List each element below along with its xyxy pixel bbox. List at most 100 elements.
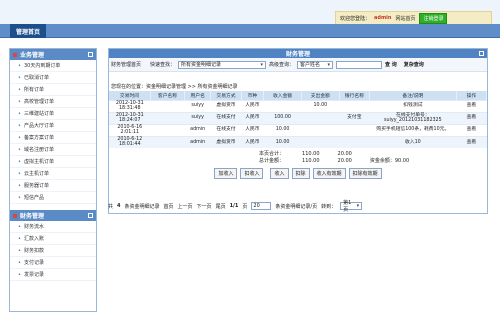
sidebar-item[interactable]: 已取消订单: [10, 72, 96, 84]
breadcrumb: 您现在的位置：资金明细记录管理 >> 所有资金明细记录: [111, 83, 238, 90]
cell: [150, 99, 185, 112]
income-button[interactable]: 收入: [270, 168, 289, 179]
site-home-link[interactable]: 网站首页: [395, 15, 415, 22]
page-suffix: 页: [242, 203, 248, 210]
summary-expense: 20.00: [337, 150, 352, 157]
sidebar-item[interactable]: 高校管理订单: [10, 96, 96, 108]
add-income-button[interactable]: 加收入: [214, 168, 238, 179]
sidebar-item[interactable]: 所有订单: [10, 84, 96, 96]
sidebar-item[interactable]: 域名注册订单: [10, 144, 96, 156]
cell: 10.00: [301, 99, 340, 112]
cell: 在线支付: [210, 111, 242, 124]
cell: admin: [184, 123, 211, 136]
cell: [150, 123, 185, 136]
cell: [301, 111, 340, 124]
sidebar-section-business[interactable]: 业务管理: [10, 49, 96, 60]
balance: 资金余额：90.00: [369, 158, 410, 164]
search-input[interactable]: [336, 60, 383, 69]
quick-search-label: 快速查找：: [150, 62, 176, 68]
page-total-row: 本页合计： 110.00 20.00: [109, 150, 487, 158]
sidebar-item[interactable]: 云主机订单: [10, 168, 96, 180]
cell: 人民币: [241, 99, 264, 112]
prev-page-link[interactable]: 上一页: [178, 203, 193, 210]
complex-search-button[interactable]: 复杂查询: [404, 61, 424, 68]
collapse-icon[interactable]: [88, 213, 93, 218]
cell: 2012-10-31 18:31:48: [109, 99, 151, 112]
deduct-button[interactable]: 扣除: [291, 168, 310, 179]
view-link[interactable]: 查看: [456, 111, 487, 124]
last-page-link[interactable]: 尾页: [216, 203, 226, 210]
column-header: 操作: [456, 91, 488, 100]
cell: 人民币: [241, 135, 264, 148]
username: admin: [374, 15, 392, 21]
summary-income: 110.00: [302, 150, 320, 157]
adv-search-select[interactable]: 客户姓名: [297, 60, 334, 69]
summary-label: 本页合计：: [259, 151, 285, 157]
sidebar-item[interactable]: 备案方案订单: [10, 132, 96, 144]
total-count: 4: [117, 203, 121, 209]
goto-select[interactable]: 第1页: [340, 200, 363, 213]
income-validity-button[interactable]: 收入有效期: [312, 168, 346, 179]
cell: 人民币: [241, 111, 264, 124]
sidebar-item[interactable]: 发票记录: [10, 269, 96, 281]
user-box: 欢迎您登陆： admin 网站首页 注销登录: [335, 11, 492, 25]
sidebar-item[interactable]: 财务流水: [10, 221, 96, 233]
goto-value: 第1页: [343, 200, 352, 213]
sidebar-item[interactable]: 三维建站订单: [10, 108, 96, 120]
view-link[interactable]: 查看: [456, 99, 487, 112]
sidebar-item[interactable]: 产品大厅订单: [10, 120, 96, 132]
cell: [339, 123, 370, 136]
cell: [150, 111, 185, 124]
cell: 扣钱测试: [369, 99, 457, 112]
sidebar-item[interactable]: 支付记录: [10, 257, 96, 269]
sidebar-item[interactable]: 汇款入账: [10, 233, 96, 245]
section-title: 业务管理: [20, 52, 45, 59]
cell: 支付宝: [339, 111, 370, 124]
sidebar-item[interactable]: 短信产品: [10, 192, 96, 204]
sidebar-item[interactable]: 30天内到期订单: [10, 60, 96, 72]
sidebar-item[interactable]: 虚拟主机订单: [10, 156, 96, 168]
first-page-link[interactable]: 首页: [164, 203, 174, 210]
column-header: 币种: [241, 91, 265, 100]
cell: 购买手机短信100条，耗费10元。: [369, 123, 457, 136]
sidebar-item[interactable]: 服务器订单: [10, 180, 96, 192]
collapse-icon[interactable]: [88, 52, 93, 57]
section-title: 财务管理: [20, 213, 45, 220]
table-row: 2010-6-12 18:01:44 admin 虚拟货币 人民币 10.00 收入10 查…: [109, 135, 487, 148]
view-link[interactable]: 查看: [456, 123, 487, 136]
quick-search-value: 所有资金明细记录: [181, 62, 222, 68]
next-page-link[interactable]: 下一页: [197, 203, 212, 210]
grand-total-row: 总计金额： 110.00 20.00 资金余额：90.00: [109, 157, 487, 165]
column-header: 交易方式: [210, 91, 242, 100]
logout-button[interactable]: 注销登录: [419, 12, 448, 24]
cell: 人民币: [241, 123, 264, 136]
quick-search-select[interactable]: 所有资金明细记录: [178, 60, 267, 69]
cell: [301, 123, 340, 136]
cell: suiyy: [184, 111, 211, 124]
column-header: 用户名: [184, 91, 212, 100]
bullet-icon: [13, 213, 17, 218]
column-header: 交易时间: [109, 91, 152, 100]
search-button[interactable]: 查 询: [385, 61, 397, 68]
adv-search-label: 高级查询：: [269, 62, 295, 68]
tab-admin-home[interactable]: 管理首页: [10, 24, 47, 38]
deduct-income-button[interactable]: 扣收入: [240, 168, 264, 179]
view-link[interactable]: 查看: [456, 135, 487, 148]
collapse-icon[interactable]: [479, 51, 484, 56]
sidebar-item[interactable]: 财务扣款: [10, 245, 96, 257]
total-prefix: 共: [108, 203, 114, 210]
cell: 2010-6-12 18:01:44: [109, 135, 151, 148]
main-panel: 财务管理 财务管理首页 快速查找： 所有资金明细记录 高级查询： 客户姓名 查 …: [108, 48, 488, 214]
table-header: 交易时间 客户名称 用户名 交易方式 币种 收入金额 支出金额 银行名称 备注/…: [109, 91, 488, 100]
per-page-input[interactable]: 20: [251, 202, 272, 210]
sidebar-section-finance[interactable]: 财务管理: [10, 210, 96, 221]
sidebar: 业务管理 30天内到期订单 已取消订单 所有订单 高校管理订单 三维建站订单 产…: [9, 48, 97, 312]
cell: suiyy: [184, 99, 211, 112]
cell: 虚拟货币: [210, 99, 242, 112]
cell: 100.00: [263, 111, 302, 124]
cell: [339, 99, 370, 112]
column-header: 客户名称: [150, 91, 185, 100]
cell: 收入10: [369, 135, 457, 148]
deduct-validity-button[interactable]: 扣除有效期: [348, 168, 382, 179]
column-header: 备注/说明: [369, 91, 457, 100]
